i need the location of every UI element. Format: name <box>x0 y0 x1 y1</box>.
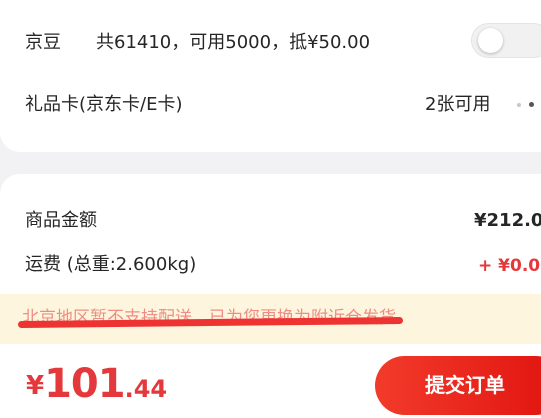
gift-card-label[interactable]: 礼品卡(京东卡/E卡) <box>25 93 182 117</box>
dot-active <box>529 102 534 107</box>
shipping-label: 运费 (总重:2.600kg) <box>25 254 197 275</box>
gift-card-available[interactable]: 2张可用 <box>425 93 490 117</box>
goods-amount-label: 商品金额 <box>25 210 97 231</box>
total-currency: ¥ <box>26 371 45 401</box>
more-dots-icon[interactable] <box>517 101 537 109</box>
submit-order-button[interactable]: 提交订单 <box>375 356 541 415</box>
jd-beans-info: 共61410，可用5000，抵¥50.00 <box>96 32 371 53</box>
toggle-knob <box>478 28 503 53</box>
total-integer: 101 <box>44 361 125 407</box>
order-total: ¥101.44 <box>26 364 167 404</box>
jd-beans-toggle[interactable] <box>471 23 541 58</box>
checkout-screen: 京豆 共61410，可用5000，抵¥50.00 礼品卡(京东卡/E卡) 2张可… <box>0 0 541 418</box>
goods-amount-value: ¥212.00 <box>474 210 541 231</box>
dot-inactive <box>517 103 521 107</box>
jd-beans-row: 京豆 共61410，可用5000，抵¥50.00 <box>25 31 370 55</box>
total-decimal: .44 <box>124 375 168 403</box>
shipping-amount-value: + ¥0.00 <box>478 256 541 276</box>
discount-card <box>0 0 541 152</box>
jd-beans-label: 京豆 <box>25 32 61 53</box>
